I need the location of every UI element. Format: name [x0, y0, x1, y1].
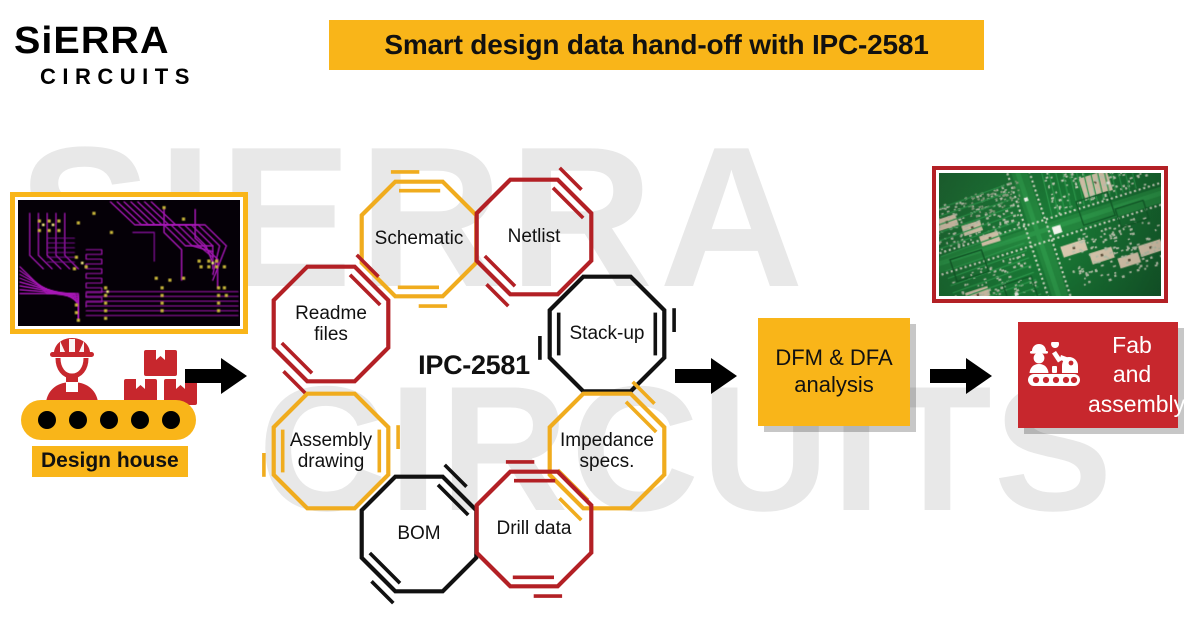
arrow-design-to-ipc: [185, 358, 247, 394]
octagon-outline: [543, 270, 671, 398]
pcb-photo-frame: [932, 166, 1168, 303]
worker-icon: [36, 334, 108, 402]
pcb-layout-image: [18, 200, 240, 326]
title-banner: Smart design data hand-off with IPC-2581: [329, 20, 984, 70]
fab-assembly-box: Fab and assembly: [1018, 322, 1178, 428]
sierra-circuits-logo: SiERRA CIRCUITS: [14, 22, 214, 88]
logo-wordmark-circuits: CIRCUITS: [40, 66, 214, 88]
conveyor-roller: [38, 411, 56, 429]
infographic-canvas: SIERRA CIRCUITS SiERRA CIRCUITS Smart de…: [0, 0, 1200, 628]
dfm-dfa-label: DFM & DFA analysis: [775, 345, 892, 399]
design-house-label: Design house: [32, 446, 188, 477]
ipc-standard-label: IPC-2581: [389, 350, 559, 381]
dfm-dfa-analysis-box: DFM & DFA analysis: [758, 318, 910, 426]
octagon-outline: [267, 260, 395, 388]
deliverable-octagon: Stack-up: [543, 270, 671, 398]
octagon-outline: [355, 470, 483, 598]
page-title: Smart design data hand-off with IPC-2581: [384, 29, 928, 61]
deliverable-octagon: BOM: [355, 470, 483, 598]
pcb-photo-image: [939, 173, 1161, 296]
conveyor-belt: [21, 400, 196, 440]
deliverable-octagon: Drill data: [470, 465, 598, 593]
logo-wordmark-sierra: SiERRA: [14, 22, 222, 60]
design-house-group: Design house: [18, 334, 208, 479]
robot-arm-conveyor-icon: [1028, 342, 1086, 390]
arrow-dfm-to-fab: [930, 358, 992, 394]
ipc-2581-deliverables-cluster: Schematic Netlist Readme files Stack-up Assem…: [255, 165, 695, 590]
conveyor-roller: [131, 411, 149, 429]
octagon-outline: [470, 465, 598, 593]
fab-assembly-label: Fab and assembly: [1088, 331, 1176, 419]
conveyor-roller: [100, 411, 118, 429]
pcb-layout-image-frame: [10, 192, 248, 334]
conveyor-roller: [69, 411, 87, 429]
deliverable-octagon: Readme files: [267, 260, 395, 388]
conveyor-roller: [162, 411, 180, 429]
